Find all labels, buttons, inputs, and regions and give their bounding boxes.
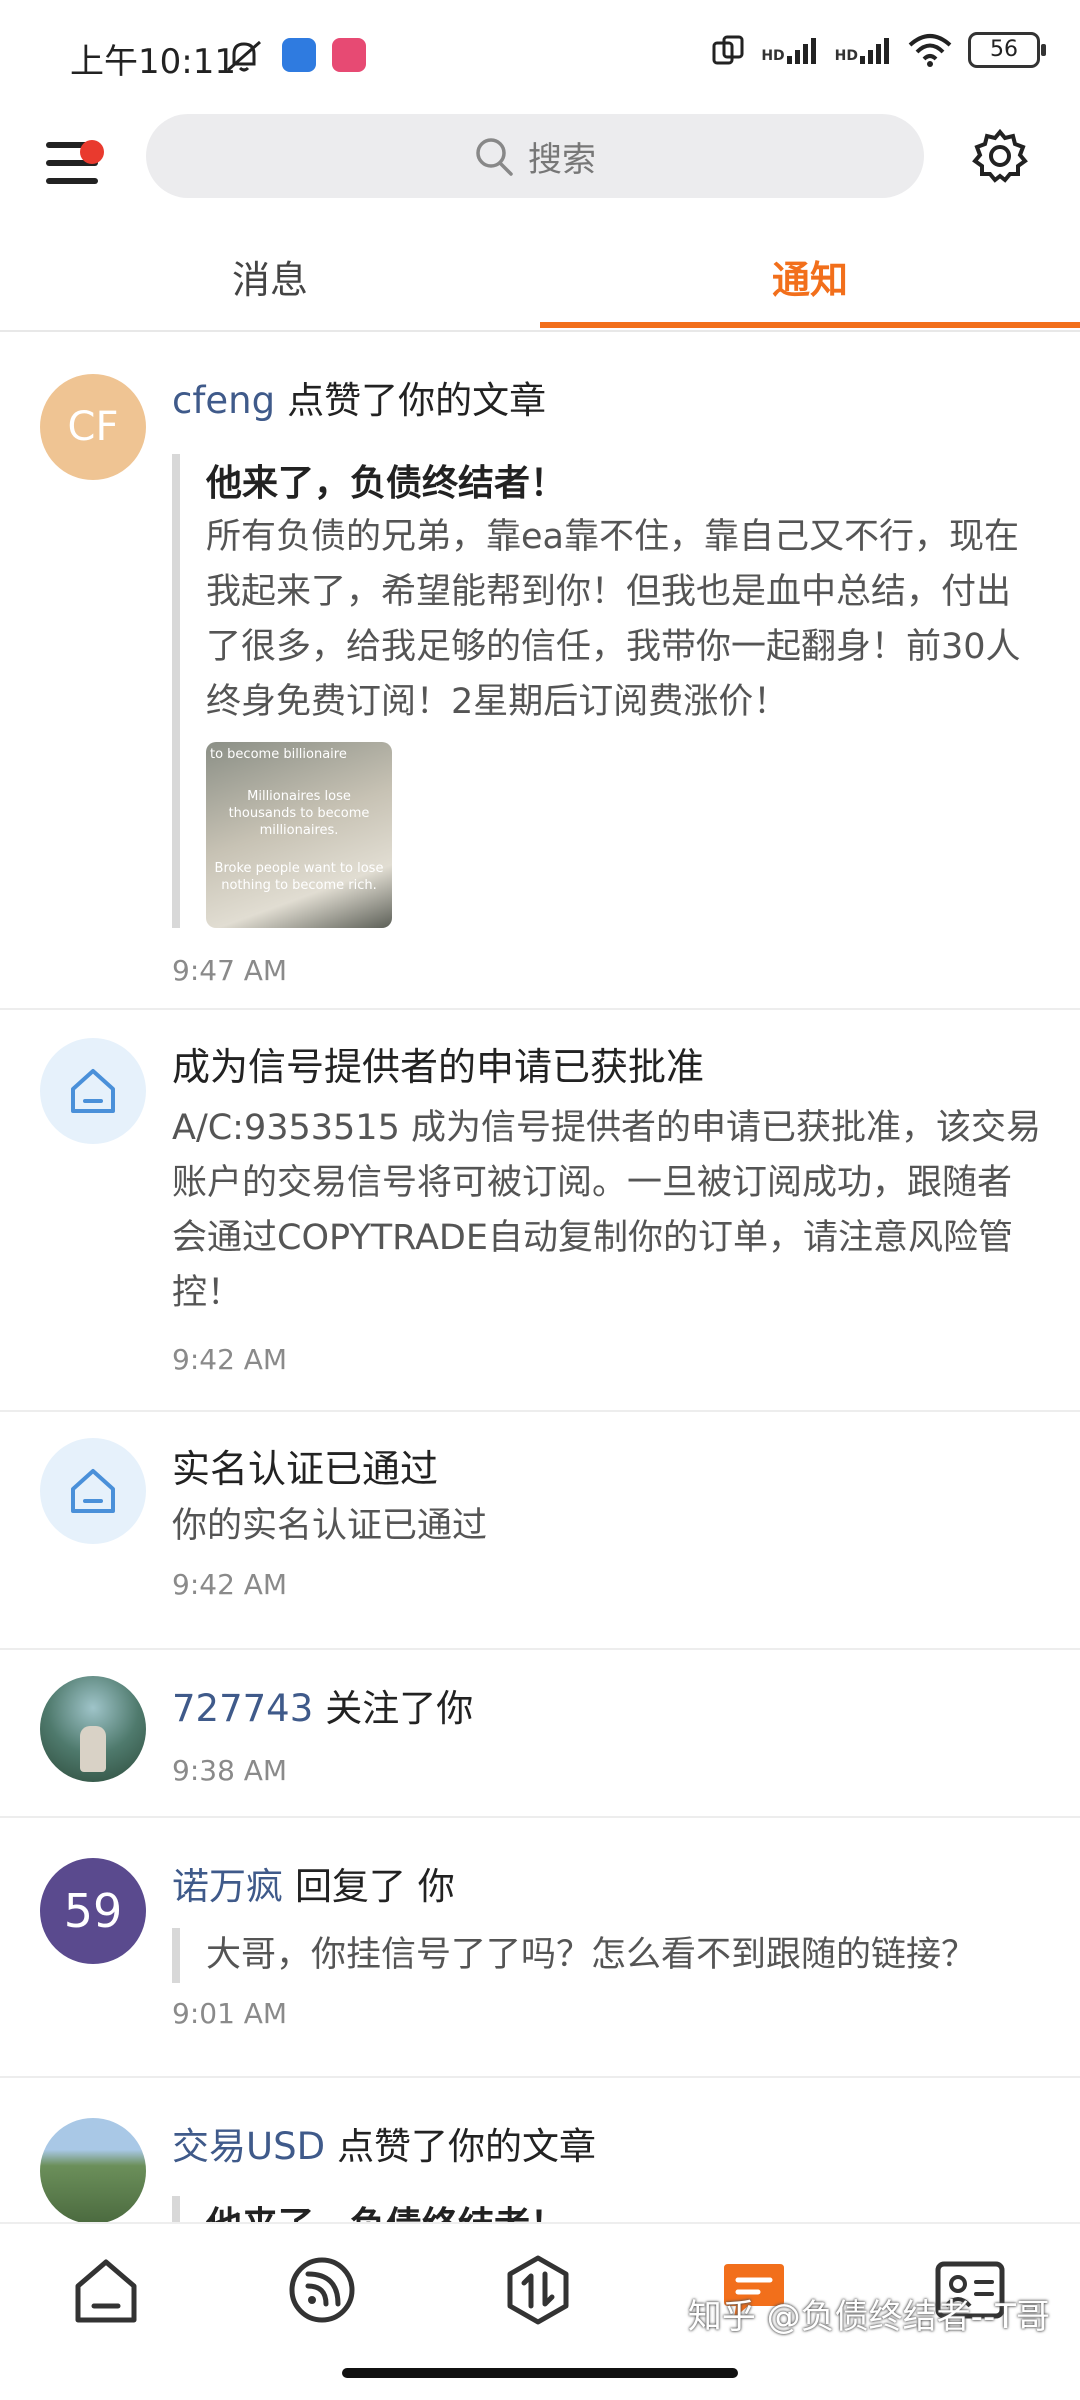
home-icon	[75, 2259, 137, 2323]
mute-icon	[224, 38, 264, 78]
avatar[interactable]: CF	[40, 374, 146, 480]
active-tab-indicator	[540, 322, 1080, 328]
trade-arrows-icon	[507, 2255, 569, 2325]
notification-item[interactable]: CF cfeng 点赞了你的文章 他来了，负债终结者！ 所有负债的兄弟，靠ea靠不…	[0, 332, 1080, 1010]
notification-list: CF cfeng 点赞了你的文章 他来了，负债终结者！ 所有负债的兄弟，靠ea靠不…	[0, 332, 1080, 2222]
avatar[interactable]	[40, 2118, 146, 2222]
quoted-article[interactable]: 他来了，负债终结者！ 所有负债的兄弟，靠ea靠不住，靠自己又不行，现在我起来了，…	[172, 454, 1044, 928]
nav-home[interactable]	[66, 2250, 146, 2330]
wifi-icon	[908, 34, 952, 67]
tab-bar: 消息 通知	[0, 230, 1080, 332]
system-avatar	[40, 1438, 146, 1544]
home-icon	[71, 1469, 115, 1513]
notification-item[interactable]: 成为信号提供者的申请已获批准 A/C:9353515 成为信号提供者的申请已获批…	[0, 1010, 1080, 1412]
avatar[interactable]: 59	[40, 1858, 146, 1964]
notification-time: 9:47 AM	[172, 954, 288, 987]
thumbnail-caption-3: Broke people want to lose nothing to bec…	[214, 861, 384, 893]
notification-item[interactable]: 交易USD 点赞了你的文章 他来了，负债终结者！	[0, 2078, 1080, 2222]
home-indicator[interactable]	[342, 2368, 738, 2378]
notification-body: A/C:9353515 成为信号提供者的申请已获批准，该交易账户的交易信号将可被…	[172, 1108, 1041, 1313]
notification-item[interactable]: 727743 关注了你 9:38 AM	[0, 1650, 1080, 1818]
notification-action: 回复了 你	[295, 1865, 455, 1908]
notification-action: 关注了你	[325, 1687, 474, 1730]
signal-icon-2: HD	[835, 36, 892, 64]
app-notification-icon	[282, 38, 316, 72]
notification-headline: 交易USD 点赞了你的文章	[172, 2116, 1044, 2170]
thumbnail-caption-2: Millionaires lose thousands to become mi…	[228, 789, 370, 838]
search-bar[interactable]: 搜索	[146, 114, 924, 198]
bottom-navigation: 知乎 @负债终结者--T哥	[0, 2222, 1080, 2354]
username-link[interactable]: 交易USD	[172, 2125, 325, 2168]
watermark: 知乎 @负债终结者--T哥	[687, 2297, 1050, 2337]
notification-time: 9:01 AM	[172, 1997, 288, 2030]
notification-title: 成为信号提供者的申请已获批准	[172, 1045, 705, 1089]
search-icon	[476, 138, 513, 176]
menu-button[interactable]	[40, 128, 104, 192]
tab-notifications[interactable]: 通知	[540, 230, 1080, 330]
notification-action: 点赞了你的文章	[287, 379, 547, 422]
home-icon	[71, 1069, 115, 1113]
system-avatar	[40, 1038, 146, 1144]
notification-time: 9:42 AM	[172, 1568, 288, 1601]
app-notification-icon-2	[332, 38, 366, 72]
quote-title: 他来了，负债终结者！	[206, 463, 567, 504]
tab-messages[interactable]: 消息	[0, 230, 540, 330]
notification-time: 9:42 AM	[172, 1343, 288, 1376]
quoted-reply[interactable]: 大哥，你挂信号了了吗？怎么看不到跟随的链接？	[172, 1928, 1044, 1983]
notification-body: 你的实名认证已通过	[172, 1506, 488, 1546]
gear-icon	[972, 128, 1028, 183]
notification-item[interactable]: 59 诺万疯 回复了 你 大哥，你挂信号了了吗？怎么看不到跟随的链接？ 9:01 …	[0, 1818, 1080, 2078]
notification-dot	[80, 140, 104, 164]
notification-headline: 诺万疯 回复了 你	[172, 1856, 1044, 1910]
avatar[interactable]	[40, 1676, 146, 1782]
settings-gear-button[interactable]	[970, 126, 1030, 186]
rss-feed-icon	[289, 2257, 355, 2323]
username-link[interactable]: 727743	[172, 1687, 313, 1730]
app-header: 搜索	[0, 110, 1080, 230]
quote-title: 他来了，负债终结者！	[206, 2196, 1044, 2222]
notification-title: 实名认证已通过	[172, 1447, 439, 1491]
notification-action: 点赞了你的文章	[337, 2125, 597, 2168]
nav-trade[interactable]	[498, 2250, 578, 2330]
screen-rotate-icon	[712, 35, 744, 65]
status-bar: 上午10:11 HD HD 56	[0, 0, 1080, 110]
signal-icon-1: HD	[761, 36, 818, 64]
quoted-article[interactable]: 他来了，负债终结者！	[172, 2196, 1044, 2222]
notification-time: 9:38 AM	[172, 1754, 288, 1787]
nav-feed[interactable]	[282, 2250, 362, 2330]
username-link[interactable]: 诺万疯	[172, 1865, 283, 1908]
thumbnail-caption-1: to become billionaire	[210, 747, 347, 762]
username-link[interactable]: cfeng	[172, 379, 275, 422]
notification-item[interactable]: 实名认证已通过 你的实名认证已通过 9:42 AM	[0, 1412, 1080, 1650]
notification-headline: cfeng 点赞了你的文章	[172, 370, 1044, 424]
status-time: 上午10:11	[70, 42, 236, 82]
battery-indicator: 56	[968, 32, 1046, 68]
search-placeholder: 搜索	[528, 139, 596, 180]
quote-body: 所有负债的兄弟，靠ea靠不住，靠自己又不行，现在我起来了，希望能帮到你！但我也是…	[206, 517, 1021, 722]
reply-text: 大哥，你挂信号了了吗？怎么看不到跟随的链接？	[206, 1935, 977, 1975]
status-icons: HD HD 56	[711, 32, 1046, 68]
notification-headline: 727743 关注了你	[172, 1678, 1044, 1732]
article-thumbnail[interactable]: to become billionaire Millionaires lose …	[206, 742, 392, 928]
